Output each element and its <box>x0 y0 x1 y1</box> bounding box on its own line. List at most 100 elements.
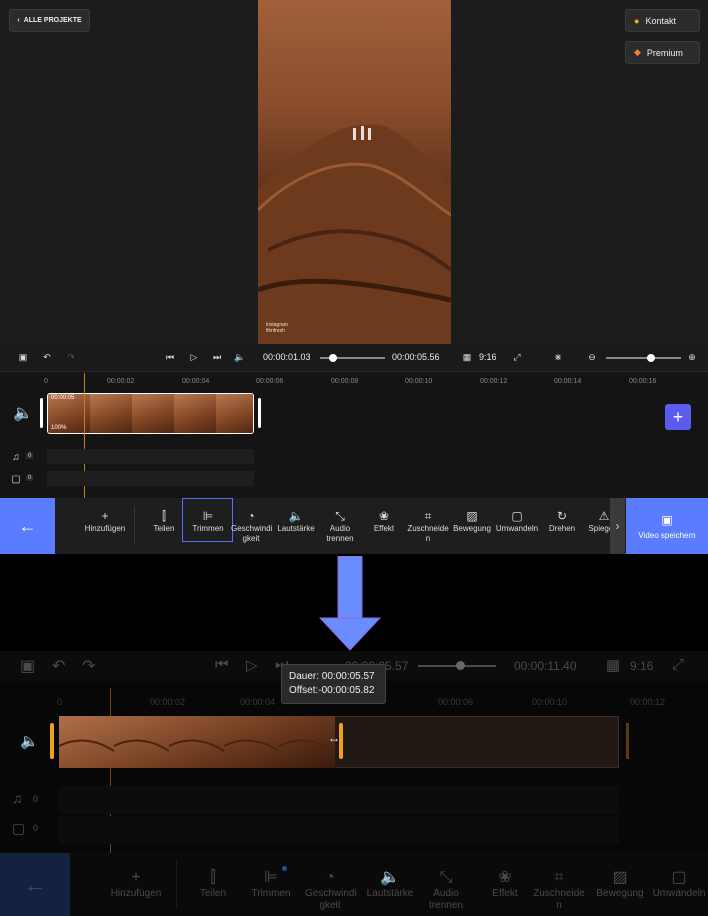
dim-tool-detach-audio: ⤡ Audio trennen <box>429 869 463 912</box>
ruler-tick: 00:00:04 <box>182 378 210 385</box>
tool-detach-audio[interactable]: ⤡ Audio trennen <box>322 508 358 544</box>
skip-start-icon[interactable]: ⏮ <box>163 350 177 364</box>
detach-audio-icon: ⤡ <box>335 509 345 523</box>
ruler-tick: 0 <box>44 378 48 385</box>
tool-split[interactable]: ⫿ Teilen <box>148 508 180 534</box>
tool-volume[interactable]: 🔈 Lautstärke <box>275 508 317 534</box>
seek-knob[interactable] <box>329 354 337 362</box>
dim-ruler-tick: 00:00:10 <box>532 697 568 707</box>
divider <box>134 506 135 544</box>
contact-button[interactable]: ● Kontakt <box>625 9 700 32</box>
current-time: 00:00:01.03 <box>263 352 311 362</box>
dim-total-time: 00:00:11.40 <box>514 659 577 673</box>
sticker-track[interactable] <box>47 471 254 486</box>
tool-add[interactable]: + Hinzufügen <box>84 508 126 534</box>
back-button[interactable]: ← <box>0 498 55 554</box>
add-track-button[interactable]: + <box>665 404 691 430</box>
dim-ruler-tick: 00:00:12 <box>630 697 666 707</box>
music-icon: ♫ <box>12 451 20 463</box>
undo-icon[interactable]: ↶ <box>40 350 54 364</box>
plus-icon: + <box>101 509 109 523</box>
dim-redo-icon: ↷ <box>82 658 96 675</box>
video-clip[interactable]: 00:00:05 100% <box>47 393 254 434</box>
dim-tool-speed: ◔ Geschwindi gkeit <box>305 869 357 912</box>
ruler-tick: 00:00:14 <box>554 378 582 385</box>
dim-music-icon: ♫ <box>12 790 23 806</box>
ruler-tick: 00:00:06 <box>256 378 284 385</box>
zoom-knob[interactable] <box>647 354 655 362</box>
diamond-icon: ◆ <box>634 47 641 57</box>
play-icon[interactable]: ▷ <box>187 350 201 364</box>
resize-cursor-icon: ↔ <box>328 731 340 745</box>
dim-fullscreen-icon: ⤢ <box>672 656 685 673</box>
fit-icon[interactable]: ⋇ <box>551 350 565 364</box>
ruler-tick: 00:00:02 <box>107 378 135 385</box>
scroll-right-button[interactable]: › <box>610 498 625 554</box>
clip-duration: 00:00:05 <box>51 395 75 401</box>
tool-trim[interactable]: ⊫ Trimmen <box>186 508 230 534</box>
dim-tool-volume: 🔈 Lautstärke <box>366 869 414 900</box>
trim-tooltip: Dauer: 00:00:05.57 Offset:-00:00:05.82 <box>281 664 386 704</box>
save-icon[interactable]: ▣ <box>16 350 30 364</box>
speed-icon: ◔ <box>247 509 255 523</box>
tool-effect[interactable]: ❀ Effekt <box>368 508 400 534</box>
track-volume-icon[interactable]: 🔈 <box>13 405 33 422</box>
mirror-icon: ⚠ <box>598 509 610 523</box>
dim-sticker-count: 0 <box>33 823 39 833</box>
total-time: 00:00:05.56 <box>392 352 440 362</box>
tool-speed[interactable]: ◔ Geschwindi gkeit <box>231 508 272 544</box>
dim-tool-trim: ⊫ Trimmen <box>251 869 291 900</box>
dim-sticker-icon: ▢ <box>12 820 26 836</box>
trim-left-marker[interactable] <box>50 723 54 759</box>
tool-transform[interactable]: ▢ Umwandeln <box>494 508 540 534</box>
chevron-left-icon: ‹ <box>17 17 20 24</box>
skip-end-icon[interactable]: ⏭ <box>210 350 224 364</box>
watermark: instagram filmfresh <box>266 322 288 334</box>
dim-save-icon: ▣ <box>20 658 36 675</box>
all-projects-button[interactable]: ‹ ALLE PROJEKTE <box>9 9 90 32</box>
playback-bar: ▣ ↶ ↷ ⏮ ▷ ⏭ 🔈 00:00:01.03 00:00:05.56 ▦ … <box>0 344 708 372</box>
dim-play-icon: ▷ <box>246 657 258 674</box>
redo-icon[interactable]: ↷ <box>64 350 78 364</box>
dim-back-button: ← <box>0 853 70 916</box>
ruler-tick: 00:00:08 <box>331 378 359 385</box>
dim-tool-add: + Hinzufügen <box>110 869 162 900</box>
volume-icon: 🔈 <box>288 509 304 523</box>
sticker-icon: ▢ <box>11 473 21 485</box>
dim-aspect-icon: ▦ <box>606 657 621 674</box>
dim-skip-start-icon: ⏮ <box>215 656 229 673</box>
chevron-right-icon: › <box>615 519 620 533</box>
music-track[interactable] <box>47 449 254 464</box>
effect-icon: ❀ <box>378 509 390 523</box>
dim-clip-end-marker <box>626 723 629 759</box>
dim-music-count: 0 <box>33 794 39 804</box>
seek-slider[interactable] <box>320 354 385 362</box>
tool-motion[interactable]: ▨ Bewegung <box>452 508 492 534</box>
aspect-icon[interactable]: ▦ <box>460 350 474 364</box>
dim-ruler-tick: 00:00:06 <box>438 697 474 707</box>
clip-right-handle[interactable] <box>258 398 261 428</box>
trimmed-clip-visible[interactable] <box>59 716 335 768</box>
volume-icon[interactable]: 🔈 <box>233 350 247 364</box>
premium-button[interactable]: ◆ Premium <box>625 41 700 64</box>
motion-icon: ▨ <box>466 509 478 523</box>
rock-scene-image <box>258 124 451 344</box>
dim-aspect: 9:16 <box>630 659 654 673</box>
fullscreen-icon[interactable]: ⤢ <box>510 350 524 364</box>
tool-rotate[interactable]: ↻ Drehen <box>544 508 580 534</box>
aspect-ratio[interactable]: 9:16 <box>479 352 497 362</box>
chat-icon: ● <box>634 15 640 26</box>
dim-tool-effect: ❀ Effekt <box>492 869 518 900</box>
clip-left-handle[interactable] <box>40 398 43 428</box>
zoom-in-icon[interactable]: ⊕ <box>685 350 699 364</box>
dim-divider <box>176 860 177 908</box>
dim-ruler-tick: 00:00:02 <box>150 697 186 707</box>
dim-track-volume-icon: 🔈 <box>20 733 39 750</box>
zoom-slider[interactable] <box>606 354 681 362</box>
save-video-button[interactable]: ▣ Video speichern <box>626 498 708 554</box>
tool-crop[interactable]: ⌗ Zuschneide n <box>406 508 450 544</box>
dim-tool-split: ⫿ Teilen <box>199 869 227 900</box>
dim-tool-motion: ▨ Bewegung <box>596 869 644 900</box>
zoom-out-icon[interactable]: ⊖ <box>585 350 599 364</box>
trimmed-clip-hidden <box>335 716 619 768</box>
